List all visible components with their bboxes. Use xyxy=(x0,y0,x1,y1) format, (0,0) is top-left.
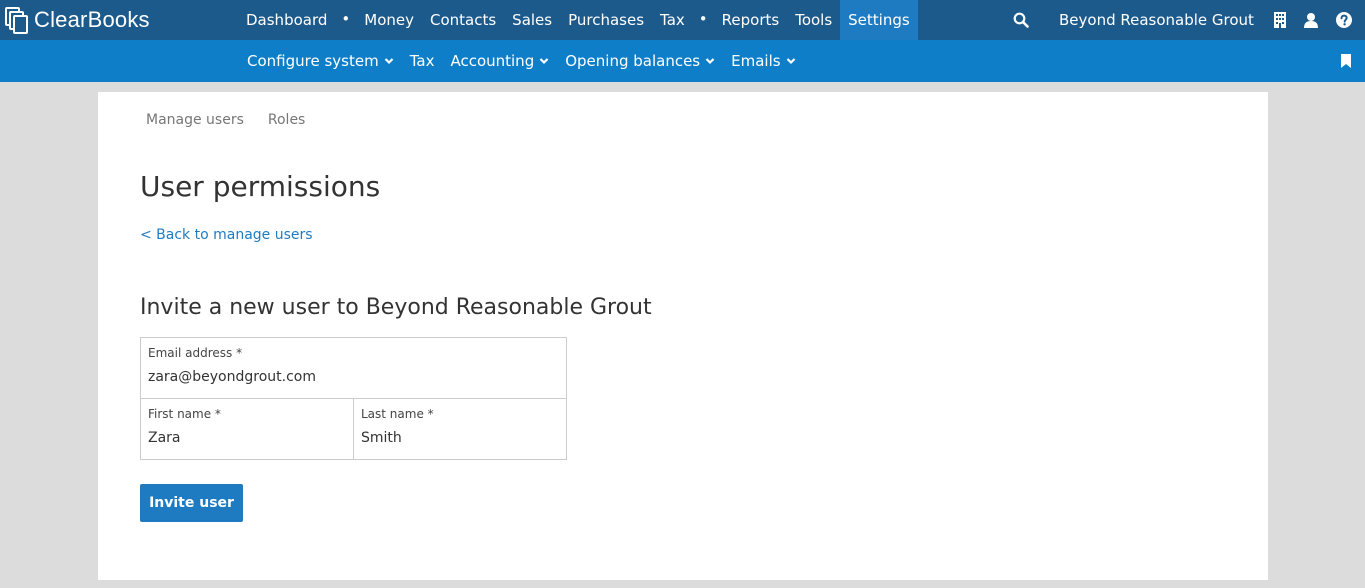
email-input[interactable] xyxy=(148,369,559,385)
chevron-down-icon xyxy=(786,58,795,65)
nav-dashboard[interactable]: Dashboard xyxy=(238,0,335,40)
email-label: Email address * xyxy=(148,346,243,360)
top-navigation-bar: ClearBooks Dashboard • Money Contacts Sa… xyxy=(0,0,1365,40)
nav-sales[interactable]: Sales xyxy=(504,0,560,40)
nav-purchases[interactable]: Purchases xyxy=(560,0,652,40)
tab-roles[interactable]: Roles xyxy=(268,112,305,128)
subnav-emails[interactable]: Emails xyxy=(723,40,803,82)
sub-nav: Configure system Tax Accounting Opening … xyxy=(239,40,804,82)
user-icon[interactable] xyxy=(1303,12,1319,28)
invite-user-form: Email address * First name * Last name * xyxy=(140,337,567,460)
first-name-label: First name * xyxy=(148,407,221,421)
user-tabs: Manage users Roles xyxy=(146,112,329,128)
clearbooks-logo[interactable]: ClearBooks xyxy=(4,5,150,35)
nav-tools[interactable]: Tools xyxy=(787,0,840,40)
first-name-field[interactable]: First name * xyxy=(141,399,354,459)
nav-separator-dot: • xyxy=(698,10,708,28)
chevron-down-icon xyxy=(539,58,549,65)
subnav-accounting[interactable]: Accounting xyxy=(442,40,557,82)
nav-reports[interactable]: Reports xyxy=(714,0,788,40)
subnav-label: Accounting xyxy=(450,52,535,70)
settings-sub-navigation: Configure system Tax Accounting Opening … xyxy=(0,40,1365,82)
invite-user-button[interactable]: Invite user xyxy=(140,484,243,522)
bookmark-icon[interactable] xyxy=(1340,54,1352,68)
subnav-label: Tax xyxy=(409,52,435,70)
help-icon[interactable] xyxy=(1336,12,1352,28)
subnav-tax[interactable]: Tax xyxy=(402,40,443,82)
main-nav: Dashboard • Money Contacts Sales Purchas… xyxy=(238,0,918,40)
subnav-label: Emails xyxy=(731,52,781,70)
chevron-down-icon xyxy=(384,58,393,65)
last-name-field[interactable]: Last name * xyxy=(354,399,566,459)
back-to-manage-users-link[interactable]: < Back to manage users xyxy=(140,227,313,243)
nav-money[interactable]: Money xyxy=(356,0,422,40)
logo-text: ClearBooks xyxy=(34,7,150,32)
email-field[interactable]: Email address * xyxy=(141,338,566,399)
subnav-opening-balances[interactable]: Opening balances xyxy=(557,40,723,82)
building-icon[interactable] xyxy=(1273,12,1287,28)
first-name-input[interactable] xyxy=(148,430,346,446)
tab-manage-users[interactable]: Manage users xyxy=(146,112,244,128)
nav-separator-dot: • xyxy=(341,10,351,28)
content-panel: Manage users Roles User permissions < Ba… xyxy=(98,92,1268,580)
subnav-label: Configure system xyxy=(247,52,379,70)
search-icon[interactable] xyxy=(1013,12,1029,28)
last-name-label: Last name * xyxy=(361,407,434,421)
page-title: User permissions xyxy=(140,170,381,203)
logo-icon xyxy=(4,6,30,34)
last-name-input[interactable] xyxy=(361,430,559,446)
nav-tax[interactable]: Tax xyxy=(652,0,693,40)
nav-settings[interactable]: Settings xyxy=(840,0,918,40)
subnav-configure-system[interactable]: Configure system xyxy=(239,40,402,82)
subnav-label: Opening balances xyxy=(565,52,701,70)
organisation-name[interactable]: Beyond Reasonable Grout xyxy=(1059,0,1254,40)
nav-contacts[interactable]: Contacts xyxy=(422,0,504,40)
chevron-down-icon xyxy=(705,58,715,65)
invite-section-title: Invite a new user to Beyond Reasonable G… xyxy=(140,295,652,320)
